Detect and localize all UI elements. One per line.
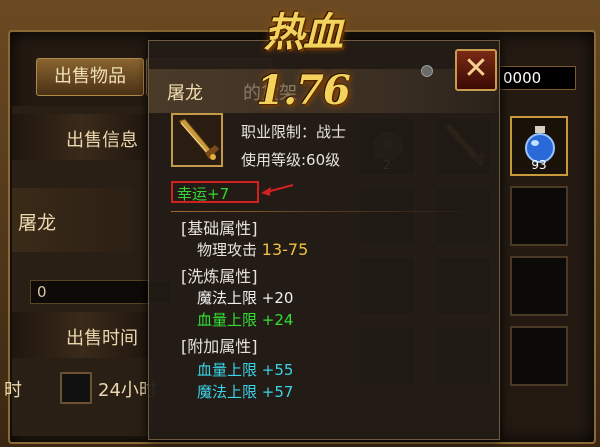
close-icon: ✕	[463, 51, 489, 86]
attr-hp-max-extra: 血量上限 +55	[197, 361, 294, 379]
tooltip-item-name: 屠龙	[167, 83, 203, 104]
slot-count: 93	[531, 158, 547, 172]
item-icon-frame	[171, 113, 223, 167]
close-button[interactable]: ✕	[455, 49, 497, 91]
time-fragment: 时	[4, 380, 22, 401]
sell-item-name: 屠龙	[18, 212, 57, 234]
sell-time-label: 出售时间	[66, 328, 138, 349]
inventory-slot[interactable]	[510, 256, 568, 316]
inventory-slot[interactable]: 93	[510, 116, 568, 176]
attr-hp-max: 血量上限 +24	[197, 311, 294, 329]
section-refine-title: [洗炼属性]	[181, 267, 258, 286]
section-extra-title: [附加属性]	[181, 337, 258, 356]
section-basic-title: [基础属性]	[181, 219, 258, 238]
attr-physical-attack: 物理攻击 13-75	[197, 240, 309, 259]
attr-mana-max: 魔法上限 +20	[197, 289, 294, 307]
sword-icon	[178, 118, 219, 160]
sell-info-label: 出售信息	[66, 130, 138, 151]
job-requirement: 职业限制：战士	[241, 123, 347, 141]
time-24h-checkbox[interactable]	[60, 372, 92, 404]
game-logo: 热血1.76	[256, 9, 350, 114]
level-requirement: 使用等级:60级	[241, 151, 341, 169]
inventory-slot[interactable]	[510, 326, 568, 386]
inventory-slot[interactable]	[510, 186, 568, 246]
money-field: 0000	[498, 66, 576, 90]
knob-icon	[421, 65, 433, 77]
arrow-icon	[261, 184, 294, 196]
tab-sell-items[interactable]: 出售物品	[36, 58, 144, 96]
divider	[171, 211, 481, 212]
attr-mana-max-extra: 魔法上限 +57	[197, 383, 294, 401]
luck-value: 幸运+7	[177, 185, 230, 203]
